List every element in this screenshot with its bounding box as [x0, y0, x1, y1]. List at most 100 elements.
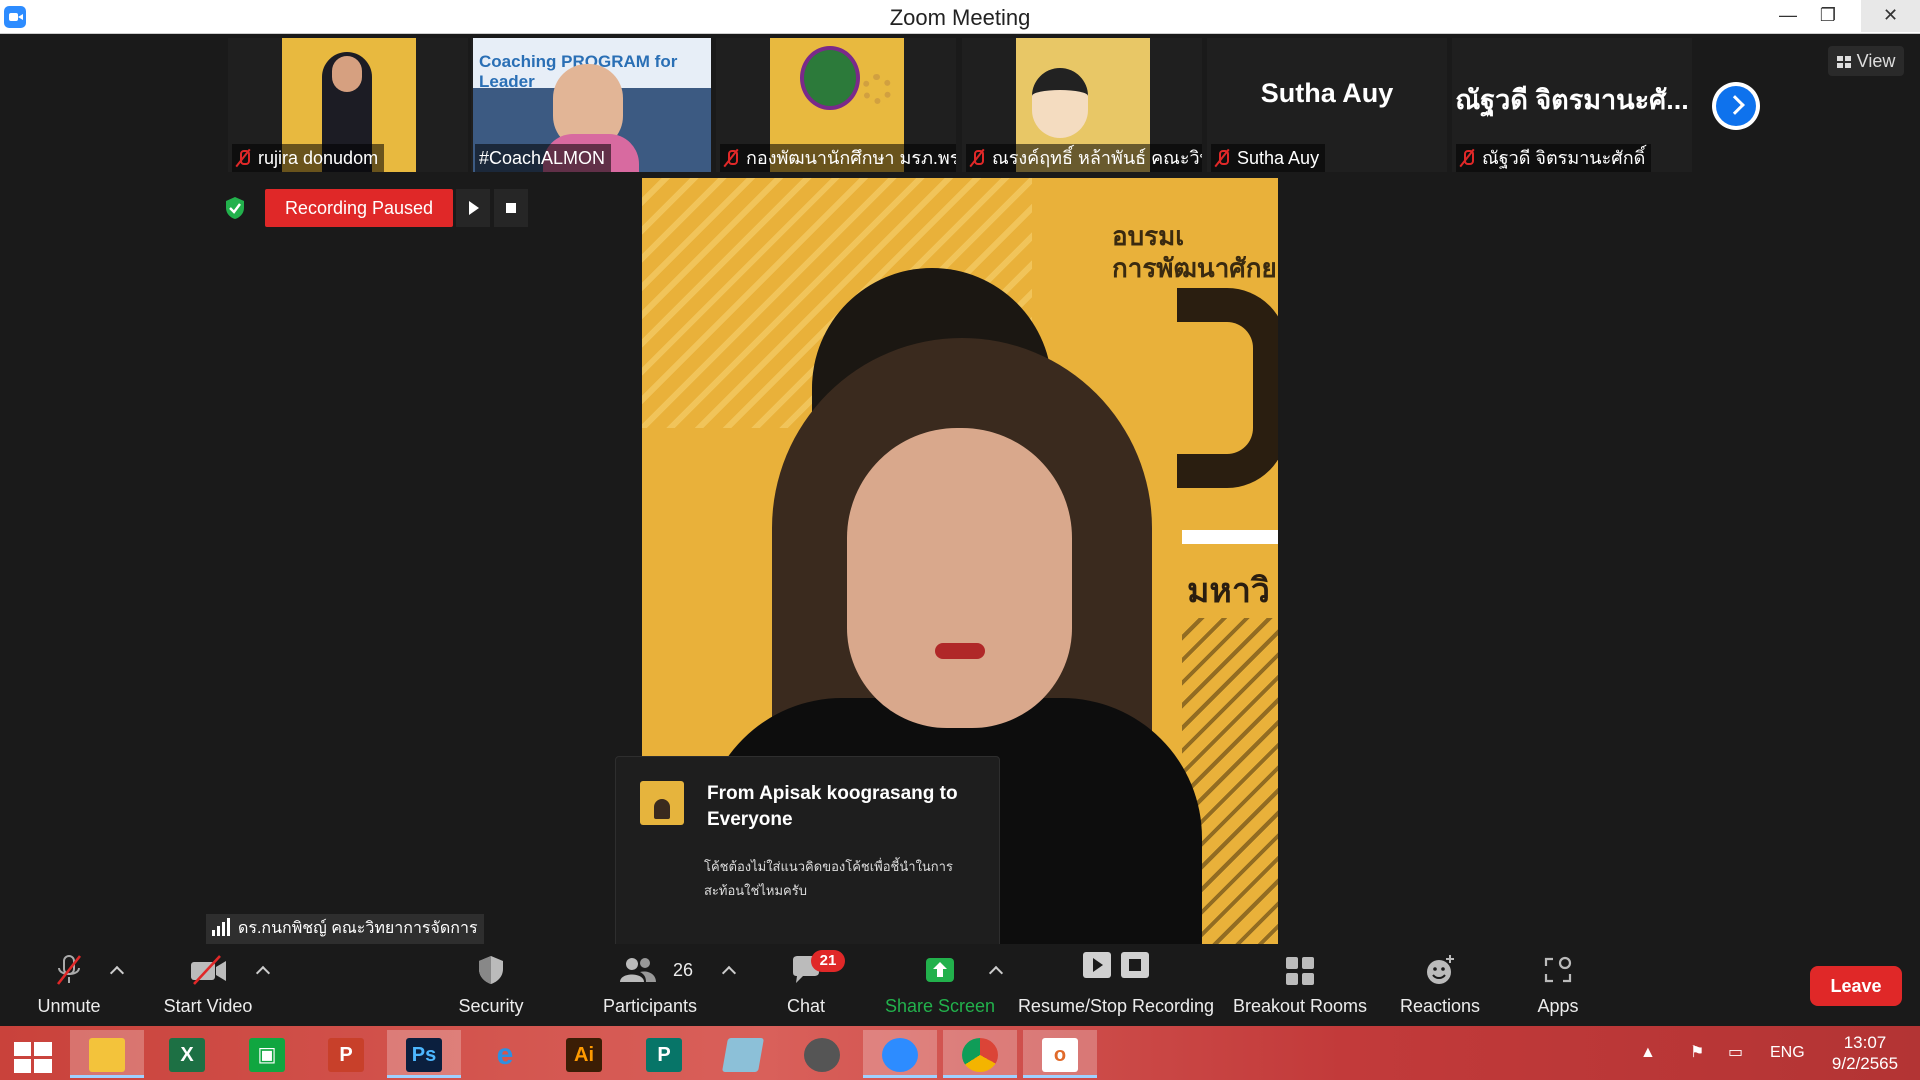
participant-name: rujira donudom [232, 144, 385, 172]
participants-button[interactable]: 26 Participants [596, 944, 704, 1026]
participants-options-chevron-icon[interactable] [721, 965, 737, 981]
muted-microphone-icon [56, 955, 82, 985]
powerpoint-icon: P [328, 1038, 364, 1072]
view-button[interactable]: View [1828, 46, 1904, 76]
resume-stop-recording-button[interactable]: Resume/Stop Recording [1016, 944, 1216, 1026]
window-title: Zoom Meeting [889, 5, 1031, 30]
active-speaker-label: ดร.กนกพิชญ์ คณะวิทยาการจัดการ [206, 914, 484, 944]
participant-thumbnail[interactable]: กองพัฒนานักศึกษา มรภ.พร... [716, 38, 956, 172]
share-screen-arrow-icon [926, 958, 954, 982]
resume-recording-play-icon[interactable] [456, 189, 490, 227]
close-button[interactable]: ✕ [1861, 0, 1920, 32]
banner-logo-glyph [1177, 288, 1278, 488]
record-controls-icon [1083, 952, 1149, 978]
participant-name-tile: Sutha Auy [1260, 78, 1394, 108]
photoshop-icon: Ps [406, 1038, 442, 1072]
taskbar-photoshop[interactable]: Ps [387, 1030, 461, 1078]
clock-time: 13:07 [1843, 1033, 1887, 1052]
meeting-toolbar: Unmute Start Video Security 26 Participa… [0, 944, 1920, 1026]
apps-button[interactable]: Apps [1516, 944, 1600, 1026]
participant-thumbnail[interactable]: rujira donudom [228, 38, 468, 172]
participant-name: ณรงค์ฤทธิ์ หล้าพันธ์ คณะวิทย์ [966, 144, 1202, 172]
start-button[interactable] [0, 1030, 74, 1078]
taskbar-store[interactable]: ▣ [230, 1030, 304, 1078]
restore-button[interactable]: ❐ [1806, 0, 1850, 32]
network-icon[interactable]: ▭ [1728, 1026, 1743, 1080]
participant-thumbnail[interactable]: Sutha Auy Sutha Auy [1207, 38, 1447, 172]
breakout-rooms-grid-icon [1286, 957, 1314, 985]
video-off-icon [191, 955, 226, 985]
share-screen-button[interactable]: Share Screen [880, 944, 1000, 1026]
apps-label: Apps [1537, 996, 1579, 1016]
taskbar-illustrator[interactable]: Ai [547, 1030, 621, 1078]
language-indicator[interactable]: ENG [1770, 1026, 1805, 1080]
reactions-label: Reactions [1399, 996, 1481, 1016]
start-video-button[interactable]: Start Video [150, 944, 266, 1026]
participant-name-tile: ณัฐวดี จิตรมานะศั... [1455, 85, 1689, 115]
show-hidden-icons-chevron-icon[interactable]: ▲ [1640, 1026, 1656, 1080]
participants-label: Participants [602, 996, 698, 1016]
chat-sender: From Apisak koograsang to Everyone [707, 783, 958, 830]
stop-recording-stop-icon[interactable] [494, 189, 528, 227]
unmute-label: Unmute [37, 996, 101, 1016]
share-screen-label: Share Screen [884, 996, 996, 1016]
photoscape-icon [804, 1038, 840, 1072]
banner-text: มหาวิ [1187, 572, 1271, 610]
recording-label: Resume/Stop Recording [1017, 996, 1215, 1016]
unmute-button[interactable]: Unmute [24, 944, 114, 1026]
clock-date: 9/2/2565 [1831, 1054, 1899, 1073]
taskbar-publisher[interactable]: P [627, 1030, 701, 1078]
muted-mic-icon [236, 149, 250, 167]
participants-icon [620, 958, 656, 982]
minimize-button[interactable]: — [1766, 0, 1810, 32]
publisher-icon: P [646, 1038, 682, 1072]
next-page-arrow-icon[interactable] [1712, 82, 1760, 130]
taskbar-zoom[interactable] [863, 1030, 937, 1078]
taskbar-office[interactable]: o [1023, 1030, 1097, 1078]
folder-icon [89, 1038, 125, 1072]
security-label: Security [458, 996, 524, 1016]
apps-icon [1544, 956, 1572, 983]
security-button[interactable]: Security [446, 944, 536, 1026]
illustrator-icon: Ai [566, 1038, 602, 1072]
participant-thumbnail[interactable]: Coaching PROGRAM for Leader #CoachALMON [471, 38, 711, 172]
taskbar-excel[interactable]: X [150, 1030, 224, 1078]
unread-chat-badge: 21 [811, 950, 845, 972]
taskbar-internet-explorer[interactable]: e [468, 1030, 542, 1078]
signal-bars-icon [212, 918, 232, 936]
recording-status: Recording Paused [265, 189, 453, 227]
security-shield-icon [226, 197, 244, 219]
muted-mic-icon [1460, 149, 1474, 167]
reactions-button[interactable]: Reactions [1390, 944, 1490, 1026]
breakout-rooms-button[interactable]: Breakout Rooms [1228, 944, 1372, 1026]
system-clock[interactable]: 13:07 9/2/2565 [1810, 1032, 1920, 1074]
chrome-icon [962, 1038, 998, 1072]
start-video-label: Start Video [163, 996, 253, 1016]
muted-mic-icon [1215, 149, 1229, 167]
muted-mic-icon [970, 149, 984, 167]
sender-avatar [640, 781, 684, 825]
participant-name: กองพัฒนานักศึกษา มรภ.พร... [720, 144, 956, 172]
windows-taskbar: X ▣ P Ps e Ai P o ▲ ⚑ ▭ ENG 13:07 9/2/25… [0, 1026, 1920, 1080]
taskbar-photoscape[interactable] [785, 1030, 859, 1078]
zoom-icon [882, 1038, 918, 1072]
leave-button[interactable]: Leave [1810, 966, 1902, 1006]
participant-thumbnail[interactable]: ณัฐวดี จิตรมานะศั... ณัฐวดี จิตรมานะศักด… [1452, 38, 1692, 172]
taskbar-file-explorer[interactable] [70, 1030, 144, 1078]
app-icon [722, 1038, 764, 1072]
taskbar-powerpoint[interactable]: P [309, 1030, 383, 1078]
muted-mic-icon [724, 149, 738, 167]
reaction-smiley-icon [1427, 955, 1454, 984]
participant-name: Sutha Auy [1211, 144, 1326, 172]
action-center-flag-icon[interactable]: ⚑ [1690, 1026, 1704, 1080]
title-bar: Zoom Meeting — ❐ ✕ [0, 0, 1920, 34]
taskbar-chrome[interactable] [943, 1030, 1017, 1078]
office-icon: o [1042, 1038, 1078, 1072]
participant-thumbnail[interactable]: ณรงค์ฤทธิ์ หล้าพันธ์ คณะวิทย์ [962, 38, 1202, 172]
chat-notification[interactable]: From Apisak koograsang to Everyone โค้ชต… [615, 756, 1000, 967]
excel-icon: X [169, 1038, 205, 1072]
participant-name: #CoachALMON [475, 144, 612, 172]
banner-text: การพัฒนาศักย [1112, 253, 1277, 283]
taskbar-app[interactable] [706, 1030, 780, 1078]
meeting-stage: rujira donudom Coaching PROGRAM for Lead… [0, 34, 1920, 967]
